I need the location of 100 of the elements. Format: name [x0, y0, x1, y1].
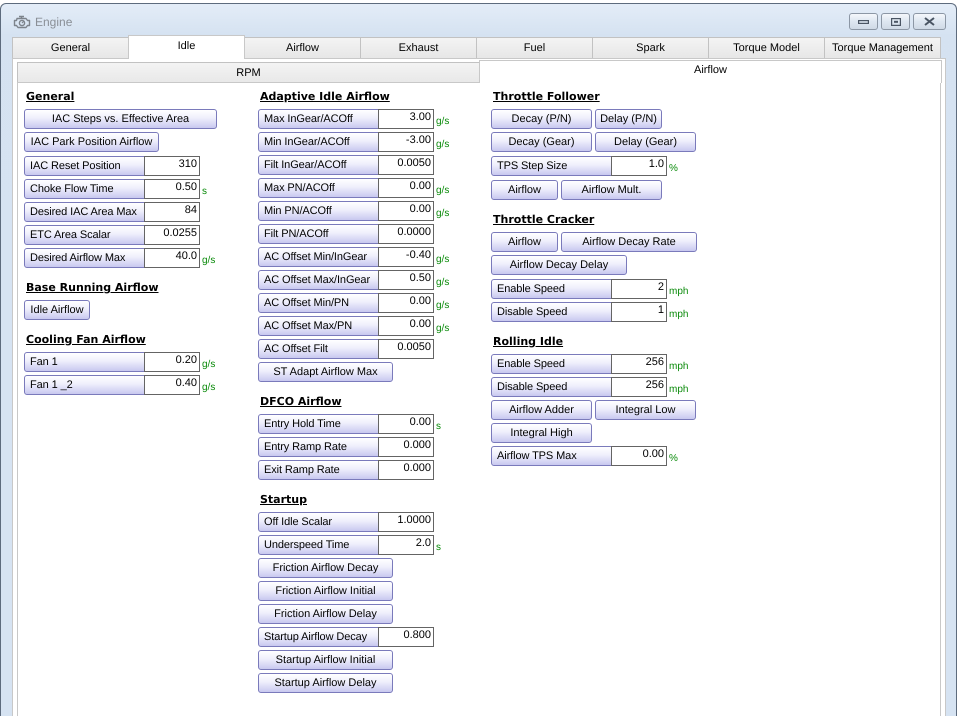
value-field[interactable]: 256	[611, 377, 667, 397]
tab[interactable]: Torque Management	[824, 37, 941, 58]
tab[interactable]: Airflow	[244, 37, 361, 58]
section-heading: Base Running Airflow	[26, 281, 158, 295]
section-heading: Startup	[260, 493, 307, 507]
table-button[interactable]: Airflow	[491, 180, 558, 200]
value-field[interactable]: 0.800	[378, 627, 434, 647]
tab[interactable]: Exhaust	[360, 37, 477, 58]
parameter-button[interactable]: Exit Ramp Rate	[258, 460, 379, 480]
value-field[interactable]: 0.000	[378, 437, 434, 457]
parameter-button[interactable]: Filt PN/ACOff	[258, 224, 379, 244]
parameter-button[interactable]: Airflow TPS Max	[491, 446, 612, 466]
parameter-button[interactable]: Disable Speed	[491, 377, 612, 397]
parameter-button[interactable]: Filt InGear/ACOff	[258, 155, 379, 175]
table-button[interactable]: Friction Airflow Decay	[258, 558, 393, 578]
table-button[interactable]: Friction Airflow Delay	[258, 604, 393, 624]
value-field[interactable]: 0.00	[378, 414, 434, 434]
table-button[interactable]: IAC Park Position Airflow	[24, 132, 159, 152]
parameter-button[interactable]: Max PN/ACOff	[258, 178, 379, 198]
parameter-button[interactable]: Entry Hold Time	[258, 414, 379, 434]
parameter-button[interactable]: AC Offset Filt	[258, 339, 379, 359]
parameter-button[interactable]: Fan 1 _2	[24, 375, 145, 395]
value-field[interactable]: 3.00	[378, 109, 434, 129]
table-button[interactable]: Integral High	[491, 423, 592, 443]
parameter-button[interactable]: Desired Airflow Max	[24, 248, 145, 268]
parameter-button[interactable]: IAC Reset Position	[24, 156, 145, 176]
section-heading: Cooling Fan Airflow	[26, 333, 146, 347]
value-field[interactable]: -0.40	[378, 247, 434, 267]
table-button[interactable]: Decay (P/N)	[491, 109, 592, 129]
value-field[interactable]: 1.0	[611, 156, 667, 176]
parameter-button[interactable]: AC Offset Min/PN	[258, 293, 379, 313]
table-button[interactable]: Airflow Adder	[491, 400, 592, 420]
parameter-button[interactable]: Entry Ramp Rate	[258, 437, 379, 457]
value-field[interactable]: 0.00	[378, 201, 434, 221]
tab[interactable]: Idle	[128, 35, 245, 59]
parameter-button[interactable]: TPS Step Size	[491, 156, 612, 176]
value-field[interactable]: 2	[611, 279, 667, 299]
value-field[interactable]: 0.00	[378, 178, 434, 198]
parameter-button[interactable]: Disable Speed	[491, 302, 612, 322]
parameter-button[interactable]: ETC Area Scalar	[24, 225, 145, 245]
tab[interactable]: Spark	[592, 37, 709, 58]
table-button[interactable]: ST Adapt Airflow Max	[258, 362, 393, 382]
value-field[interactable]: 0.0255	[144, 225, 200, 245]
value-field[interactable]: 0.00	[378, 293, 434, 313]
value-field[interactable]: 2.0	[378, 535, 434, 555]
maximize-icon	[890, 18, 900, 26]
value-field[interactable]: 0.0000	[378, 224, 434, 244]
tab[interactable]: Fuel	[476, 37, 593, 58]
parameter-button[interactable]: Choke Flow Time	[24, 179, 145, 199]
value-field[interactable]: 0.00	[611, 446, 667, 466]
close-button[interactable]	[913, 13, 946, 30]
parameter-button[interactable]: Off Idle Scalar	[258, 512, 379, 532]
parameter-button[interactable]: Startup Airflow Decay	[258, 627, 379, 647]
tab[interactable]: RPM	[17, 62, 480, 82]
table-button[interactable]: Airflow	[491, 232, 558, 252]
table-button[interactable]: IAC Steps vs. Effective Area	[24, 109, 217, 129]
parameter-button[interactable]: Enable Speed	[491, 279, 612, 299]
parameter-button[interactable]: AC Offset Max/PN	[258, 316, 379, 336]
value-field[interactable]: 0.0050	[378, 155, 434, 175]
parameter-button[interactable]: AC Offset Min/InGear	[258, 247, 379, 267]
table-button[interactable]: Decay (Gear)	[491, 132, 592, 152]
table-button[interactable]: Friction Airflow Initial	[258, 581, 393, 601]
value-field[interactable]: 0.0050	[378, 339, 434, 359]
table-button[interactable]: Startup Airflow Initial	[258, 650, 393, 670]
table-button[interactable]: Delay (P/N)	[595, 109, 662, 129]
table-button[interactable]: Delay (Gear)	[595, 132, 696, 152]
section-heading: Throttle Cracker	[493, 213, 594, 227]
parameter-button[interactable]: Min InGear/ACOff	[258, 132, 379, 152]
table-button[interactable]: Integral Low	[595, 400, 696, 420]
tab[interactable]: Torque Model	[708, 37, 825, 58]
parameter-button[interactable]: Max InGear/ACOff	[258, 109, 379, 129]
parameter-button[interactable]: Underspeed Time	[258, 535, 379, 555]
table-button[interactable]: Airflow Mult.	[561, 180, 662, 200]
parameter-button[interactable]: Min PN/ACOff	[258, 201, 379, 221]
table-button[interactable]: Idle Airflow	[24, 300, 90, 320]
parameter-button[interactable]: AC Offset Max/InGear	[258, 270, 379, 290]
section-heading: General	[26, 90, 74, 104]
tab[interactable]: Airflow	[479, 60, 942, 83]
value-field[interactable]: 256	[611, 354, 667, 374]
value-field[interactable]: 40.0	[144, 248, 200, 268]
value-field[interactable]: 0.000	[378, 460, 434, 480]
value-field[interactable]: 84	[144, 202, 200, 222]
tab[interactable]: General	[12, 37, 129, 58]
value-field[interactable]: -3.00	[378, 132, 434, 152]
parameter-button[interactable]: Enable Speed	[491, 354, 612, 374]
table-button[interactable]: Airflow Decay Rate	[561, 232, 697, 252]
parameter-button[interactable]: Fan 1	[24, 352, 145, 372]
value-field[interactable]: 1.0000	[378, 512, 434, 532]
minimize-button[interactable]	[849, 13, 878, 30]
value-field[interactable]: 0.50	[144, 179, 200, 199]
maximize-button[interactable]	[881, 13, 910, 30]
value-field[interactable]: 0.40	[144, 375, 200, 395]
parameter-button[interactable]: Desired IAC Area Max	[24, 202, 145, 222]
table-button[interactable]: Airflow Decay Delay	[491, 255, 627, 275]
value-field[interactable]: 310	[144, 156, 200, 176]
value-field[interactable]: 0.20	[144, 352, 200, 372]
table-button[interactable]: Startup Airflow Delay	[258, 673, 393, 693]
value-field[interactable]: 0.00	[378, 316, 434, 336]
value-field[interactable]: 1	[611, 302, 667, 322]
value-field[interactable]: 0.50	[378, 270, 434, 290]
